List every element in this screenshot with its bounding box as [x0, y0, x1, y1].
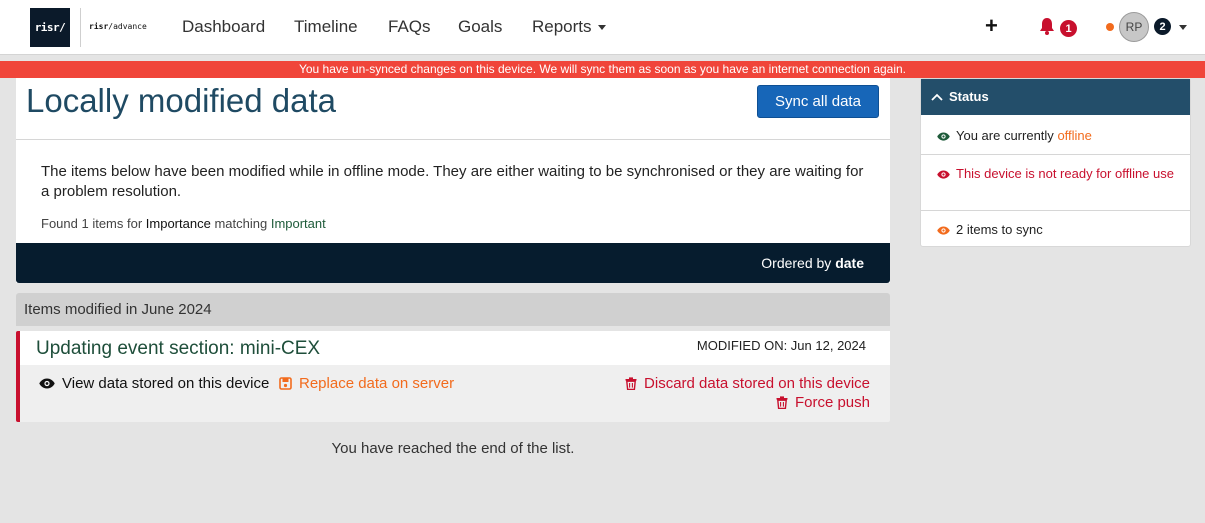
status-sync-row: 2 items to sync — [921, 211, 1190, 247]
view-local-data-link[interactable]: View data stored on this device — [39, 375, 269, 392]
offline-value: offline — [1057, 128, 1092, 143]
title-divider — [16, 139, 890, 140]
sub-brand-rest: /advance — [108, 22, 147, 31]
list-item: Updating event section: mini-CEX MODIFIE… — [16, 331, 890, 422]
filter-value: Important — [270, 216, 326, 231]
found-mid: matching — [214, 216, 268, 231]
intro-text: The items below have been modified while… — [41, 163, 864, 200]
view-local-data-label: View data stored on this device — [62, 375, 270, 392]
risr-advance-logo: risr/advance — [89, 22, 147, 31]
discard-local-data-link[interactable]: Discard data stored on this device — [625, 375, 870, 392]
locally-modified-card: Locally modified data Sync all data The … — [16, 78, 890, 283]
user-menu-chevron-down-icon[interactable] — [1179, 25, 1187, 30]
list-end-message: You have reached the end of the list. — [331, 440, 575, 457]
risr-logo[interactable]: risr/ — [30, 8, 70, 47]
offline-status-dot — [1106, 23, 1114, 31]
filter-summary: Found 1 items for Importance matching Im… — [41, 216, 326, 231]
items-to-sync-text: 2 items to sync — [956, 222, 1043, 237]
user-avatar[interactable]: RP — [1119, 12, 1149, 42]
status-offline-row: You are currently offline — [921, 116, 1190, 155]
nav-goals[interactable]: Goals — [458, 17, 502, 37]
item-title[interactable]: Updating event section: mini-CEX — [36, 338, 320, 360]
status-panel-toggle[interactable]: Status — [921, 79, 1190, 115]
trash-icon — [625, 377, 637, 390]
user-count-badge: 2 — [1154, 18, 1171, 35]
status-header-label: Status — [949, 89, 989, 104]
item-header: Updating event section: mini-CEX MODIFIE… — [20, 331, 890, 365]
sort-control[interactable]: Ordered by date — [761, 255, 864, 271]
replace-on-server-label: Replace data on server — [299, 375, 455, 392]
unsynced-changes-banner: You have un-synced changes on this devic… — [0, 61, 1205, 78]
discard-local-data-label: Discard data stored on this device — [644, 375, 870, 392]
sort-bar: Ordered by date — [16, 243, 890, 283]
eye-icon — [937, 170, 950, 179]
eye-icon — [937, 226, 950, 235]
nav-timeline[interactable]: Timeline — [294, 17, 358, 37]
notification-count-badge: 1 — [1060, 20, 1077, 37]
device-not-ready-text: This device is not ready for offline use — [956, 166, 1174, 181]
sub-brand-bold: risr — [89, 22, 109, 31]
status-panel: Status You are currently offline This de… — [920, 78, 1191, 247]
sort-prefix: Ordered by — [761, 255, 832, 271]
modified-date: MODIFIED ON: Jun 12, 2024 — [696, 338, 866, 353]
chevron-up-icon — [931, 93, 943, 101]
sort-field: date — [835, 255, 864, 271]
filter-key: Importance — [145, 216, 211, 231]
trash-icon — [776, 396, 788, 409]
page-title: Locally modified data — [26, 82, 337, 119]
found-prefix: Found 1 items for — [41, 216, 143, 231]
offline-prefix: You are currently — [956, 128, 1054, 143]
force-push-link[interactable]: Force push — [776, 394, 870, 411]
replace-on-server-link[interactable]: Replace data on server — [279, 375, 454, 392]
add-icon[interactable]: + — [985, 14, 998, 38]
nav-faqs[interactable]: FAQs — [388, 17, 431, 37]
nav-dashboard[interactable]: Dashboard — [182, 17, 265, 37]
force-push-label: Force push — [794, 394, 870, 411]
chevron-down-icon — [597, 25, 606, 31]
save-icon — [279, 377, 292, 390]
status-device-row: This device is not ready for offline use — [921, 155, 1190, 211]
nav-reports-label: Reports — [532, 17, 592, 36]
eye-icon — [39, 378, 55, 389]
group-header: Items modified in June 2024 — [16, 293, 890, 326]
sync-all-button[interactable]: Sync all data — [757, 85, 879, 118]
logo-divider — [80, 8, 81, 47]
nav-reports-dropdown[interactable]: Reports — [532, 17, 606, 37]
bell-icon[interactable] — [1039, 17, 1055, 35]
top-navbar: risr/ risr/advance Dashboard Timeline FA… — [0, 0, 1205, 55]
eye-icon — [937, 132, 950, 141]
